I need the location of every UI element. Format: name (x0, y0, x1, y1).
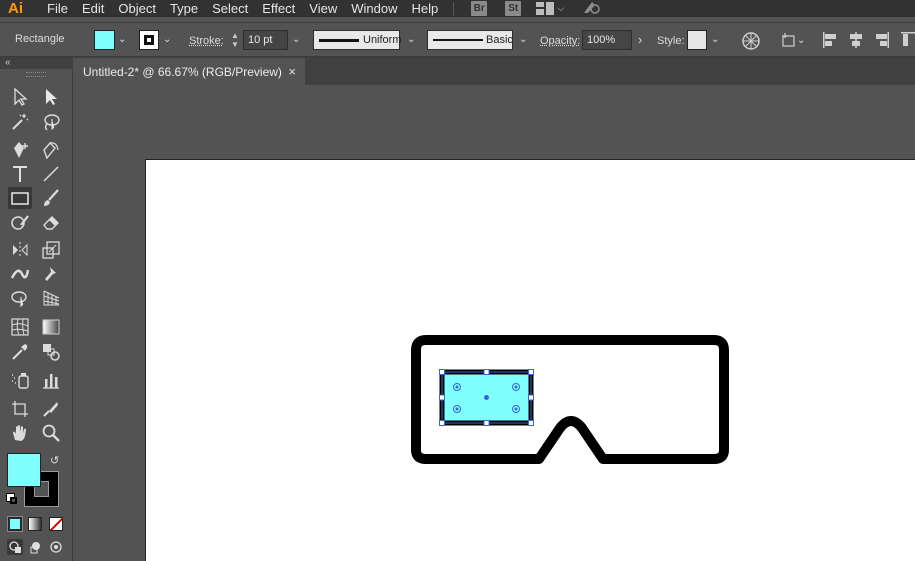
magic-wand-tool[interactable] (8, 111, 32, 133)
menu-type[interactable]: Type (163, 0, 205, 17)
stroke-weight-dropdown-icon[interactable]: ⌄ (292, 34, 300, 45)
mesh-tool[interactable] (8, 316, 32, 338)
menu-file[interactable]: File (38, 0, 75, 17)
align-right-icon[interactable] (874, 31, 890, 52)
recolor-artwork-icon[interactable] (741, 31, 761, 54)
puppet-warp-tool[interactable] (39, 263, 63, 285)
style-label: Style: (657, 35, 685, 47)
menu-edit[interactable]: Edit (75, 0, 111, 17)
selection-tool[interactable] (8, 86, 32, 108)
align-top-icon[interactable] (900, 31, 915, 52)
color-mode-button[interactable] (7, 516, 23, 532)
curvature-tool[interactable] (39, 139, 63, 161)
blend-tool[interactable] (39, 341, 63, 363)
default-fill-stroke-icon[interactable] (6, 493, 18, 505)
fill-color-swatch[interactable] (94, 30, 115, 50)
toolbox-header: « (0, 57, 73, 69)
brush-definition-label: Basic (486, 34, 513, 46)
direct-selection-tool[interactable] (39, 86, 63, 108)
collapse-panel-icon[interactable]: « (5, 57, 11, 68)
menu-bar: Ai File Edit Object Type Select Effect V… (0, 0, 915, 17)
brush-chevron-icon[interactable]: ⌄ (519, 34, 527, 45)
bridge-button[interactable]: Br (471, 1, 488, 16)
symbol-sprayer-tool[interactable] (8, 369, 32, 391)
align-left-icon[interactable] (822, 31, 838, 52)
eraser-tool[interactable] (39, 211, 63, 233)
document-tab[interactable]: Untitled-2* @ 66.67% (RGB/Preview) × (74, 58, 305, 85)
stock-button[interactable]: St (505, 1, 522, 16)
hand-tool[interactable] (8, 422, 32, 444)
align-horizontal-center-icon[interactable] (848, 31, 864, 52)
opacity-input[interactable]: 100% (582, 30, 632, 50)
perspective-grid-tool[interactable] (39, 287, 63, 309)
toolbox-grip[interactable] (26, 72, 46, 77)
slice-tool[interactable] (39, 398, 63, 420)
shape-builder-tool[interactable] (8, 287, 32, 309)
document-tab-title: Untitled-2* @ 66.67% (RGB/Preview) (83, 64, 282, 79)
menu-help[interactable]: Help (404, 0, 445, 17)
menu-divider (453, 1, 455, 16)
artboard[interactable] (145, 159, 915, 561)
opacity-label[interactable]: Opacity: (540, 35, 580, 47)
scale-tool[interactable] (39, 239, 63, 261)
stroke-color-swatch[interactable] (139, 30, 159, 50)
menu-window[interactable]: Window (344, 0, 404, 17)
paintbrush-tool[interactable] (39, 187, 63, 209)
width-tool[interactable] (8, 263, 32, 285)
variable-width-profile-label: Uniform (363, 34, 402, 46)
tools-panel: ↺ (0, 69, 73, 561)
rectangle-tool[interactable] (8, 187, 32, 209)
control-bar: Rectangle ⌄ ⌄ Stroke: ▲ ▼ 10 pt ⌄ Uniform… (0, 22, 915, 57)
fill-dropdown-chevron-icon[interactable]: ⌄ (118, 34, 126, 45)
chevron-down-icon: ⌄ (797, 34, 806, 46)
selected-tool-name: Rectangle (15, 33, 65, 45)
swap-fill-stroke-icon[interactable]: ↺ (50, 454, 59, 467)
stroke-weight-stepper-icon[interactable]: ▲ ▼ (228, 31, 242, 50)
opacity-arrow-icon[interactable]: › (638, 32, 642, 47)
menu-view[interactable]: View (302, 0, 344, 17)
brush-definition-dropdown[interactable]: Basic (427, 30, 513, 50)
gradient-tool[interactable] (39, 316, 63, 338)
stroke-dropdown-chevron-icon[interactable]: ⌄ (163, 34, 171, 45)
transform-panel-icon[interactable]: ⌄ (781, 31, 805, 49)
line-segment-tool[interactable] (39, 163, 63, 185)
eyedropper-tool[interactable] (8, 341, 32, 363)
graphic-style-swatch[interactable] (687, 30, 707, 50)
draw-behind-icon[interactable] (28, 539, 44, 555)
pen-tool[interactable] (8, 139, 32, 161)
column-graph-tool[interactable] (39, 369, 63, 391)
type-tool[interactable] (8, 163, 32, 185)
rotate-tool[interactable] (8, 239, 32, 261)
gradient-mode-button[interactable] (28, 517, 42, 531)
menu-effect[interactable]: Effect (255, 0, 302, 17)
close-tab-icon[interactable]: × (288, 64, 296, 79)
shaper-tool[interactable] (8, 211, 32, 233)
draw-normal-icon[interactable] (7, 539, 23, 555)
fill-color-box[interactable] (7, 453, 41, 487)
style-chevron-icon[interactable]: ⌄ (711, 34, 719, 45)
menu-object[interactable]: Object (111, 0, 163, 17)
variable-width-profile-dropdown[interactable]: Uniform (313, 30, 402, 50)
zoom-tool[interactable] (39, 422, 63, 444)
chevron-down-icon: ⌵ (557, 3, 565, 13)
none-mode-button[interactable] (49, 517, 63, 531)
lasso-tool[interactable] (39, 111, 63, 133)
workspace-switcher-icon[interactable]: ⌵ (536, 2, 564, 15)
draw-inside-icon[interactable] (48, 539, 64, 555)
artboard-tool[interactable] (8, 398, 32, 420)
menu-select[interactable]: Select (205, 0, 255, 17)
stroke-label[interactable]: Stroke: (189, 35, 224, 47)
stroke-weight-input[interactable]: 10 pt (243, 30, 288, 50)
gpu-performance-icon[interactable] (582, 0, 602, 18)
profile-chevron-icon[interactable]: ⌄ (407, 34, 415, 45)
app-logo: Ai (8, 0, 23, 17)
